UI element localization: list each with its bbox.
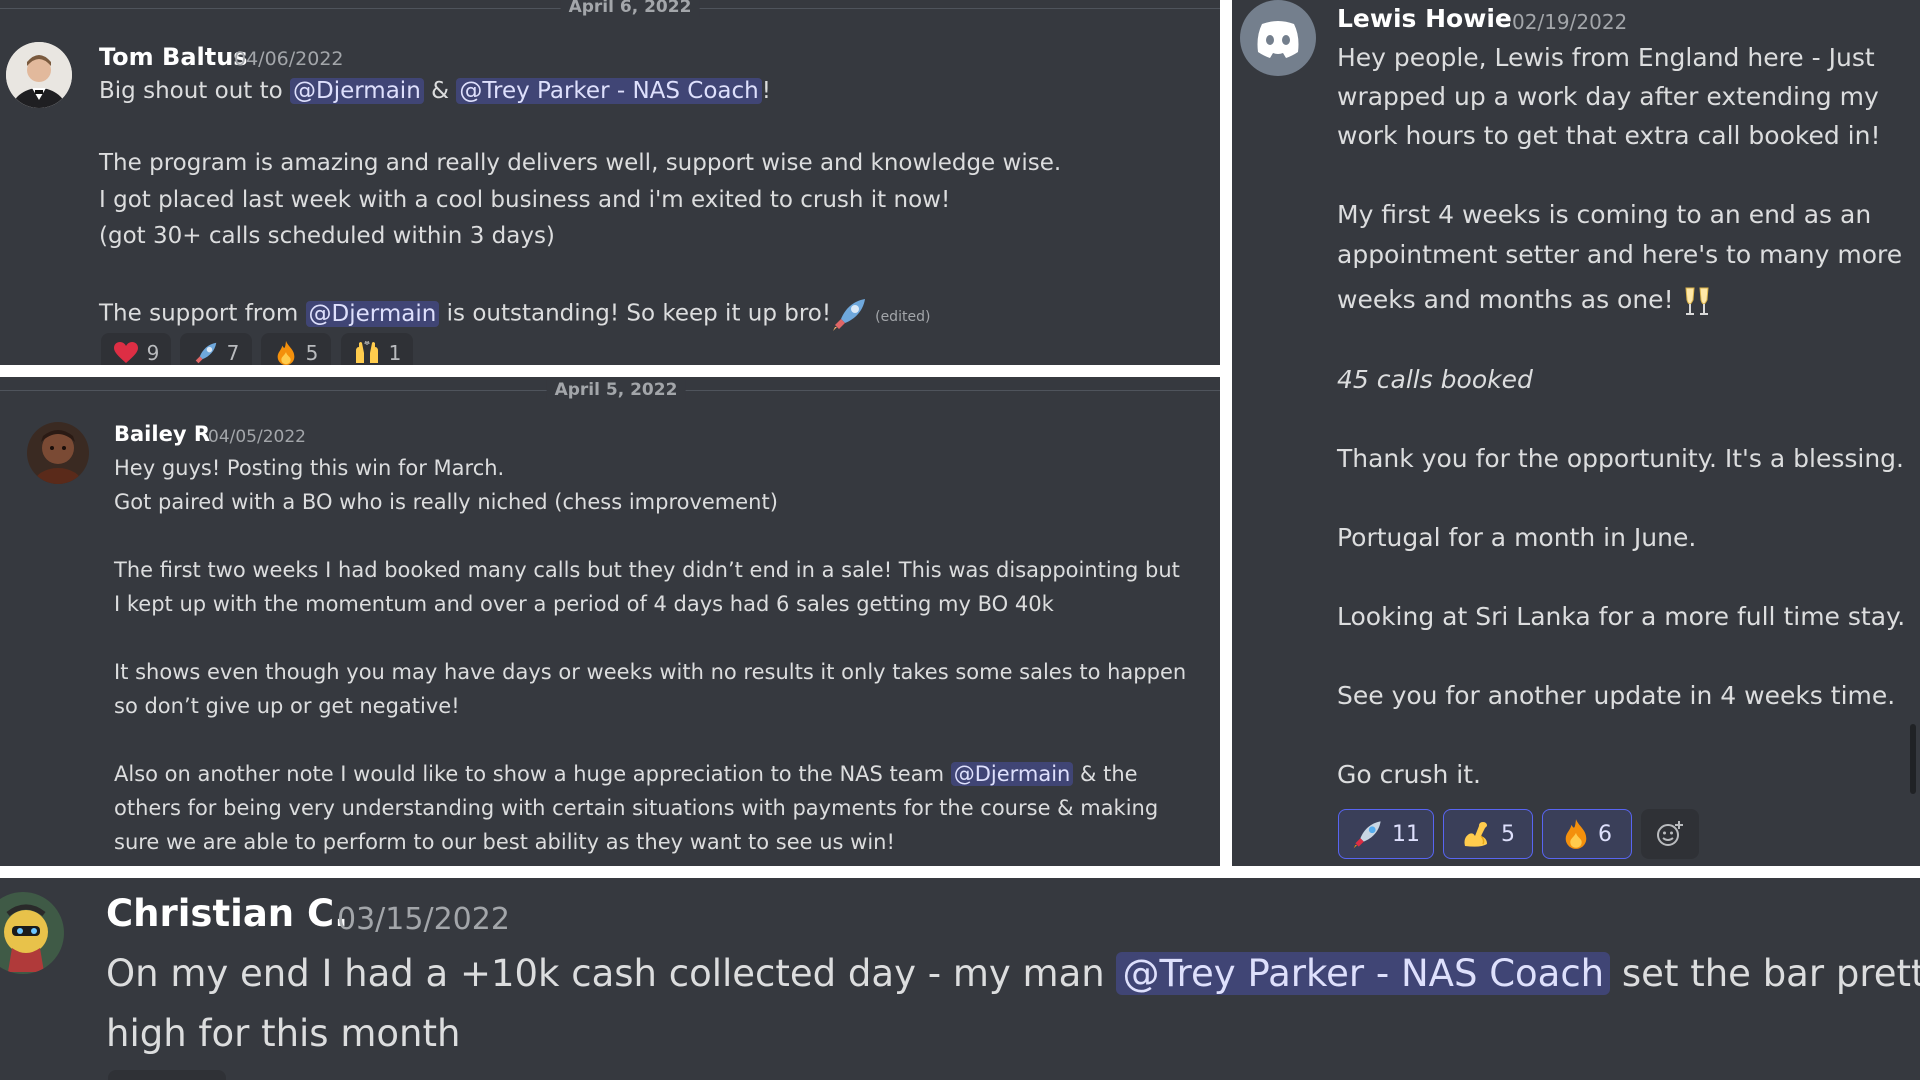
message-line: My first 4 weeks is coming to an end as … xyxy=(1337,200,1872,229)
message-line: (got 30+ calls scheduled within 3 days) xyxy=(99,223,555,249)
flexed-biceps-icon xyxy=(1464,822,1487,847)
clinking-glasses-icon xyxy=(1685,287,1709,315)
username[interactable]: Tom Baltus xyxy=(99,43,248,71)
text: Big shout out to xyxy=(99,78,290,104)
avatar[interactable] xyxy=(27,422,89,484)
reaction-raised-hands[interactable]: 1 xyxy=(341,333,413,365)
user-avatar-icon xyxy=(0,892,64,974)
discord-logo-icon xyxy=(1257,21,1299,58)
message-line-italic: 45 calls booked xyxy=(1337,365,1533,394)
message-line: Go crush it. xyxy=(1337,760,1481,789)
reaction-partial[interactable] xyxy=(108,1070,226,1080)
add-reaction-button[interactable] xyxy=(1641,809,1699,859)
message-line: weeks and months as one! xyxy=(1337,284,1712,318)
date-divider-label: April 6, 2022 xyxy=(560,0,700,17)
reaction-rocket[interactable]: 7 xyxy=(180,333,252,365)
message-line: high for this month xyxy=(106,1012,461,1055)
message-line: so don’t give up or get negative! xyxy=(114,694,460,718)
mention-djermain[interactable]: @Djermain xyxy=(290,78,424,104)
message-line: others for being very understanding with… xyxy=(114,796,1159,820)
message-line: work hours to get that extra call booked… xyxy=(1337,121,1881,150)
message-line: The first two weeks I had booked many ca… xyxy=(114,558,1180,582)
message-line: Also on another note I would like to sho… xyxy=(114,762,1138,786)
text: set the bar pretty xyxy=(1610,952,1920,995)
message-line: sure we are able to perform to our best … xyxy=(114,830,895,854)
reaction-count: 6 xyxy=(1598,821,1612,847)
message-line: I got placed last week with a cool busin… xyxy=(99,187,951,213)
raised-hands-icon xyxy=(355,341,378,363)
user-photo-icon xyxy=(6,42,72,108)
message-panel-christian-c: Christian C. 03/15/2022 On my end I had … xyxy=(0,878,1920,1080)
mention-trey-parker[interactable]: @Trey Parker - NAS Coach xyxy=(1116,952,1611,995)
message-line: The support from @Djermain is outstandin… xyxy=(99,295,930,333)
user-photo-icon xyxy=(27,422,89,484)
date-divider-label: April 5, 2022 xyxy=(546,380,686,400)
message-line: appointment setter and here's to many mo… xyxy=(1337,240,1903,269)
timestamp: 02/19/2022 xyxy=(1512,10,1628,34)
message-line: On my end I had a +10k cash collected da… xyxy=(106,952,1920,995)
reaction-count: 5 xyxy=(1501,821,1515,847)
reaction-rocket[interactable]: 11 xyxy=(1338,809,1434,859)
message-line: Looking at Sri Lanka for a more full tim… xyxy=(1337,602,1906,631)
message-line: Hey people, Lewis from England here - Ju… xyxy=(1337,43,1875,72)
avatar[interactable] xyxy=(0,892,64,974)
edited-label: (edited) xyxy=(875,308,931,325)
timestamp: 04/05/2022 xyxy=(208,427,306,447)
text: is outstanding! So keep it up bro! xyxy=(439,300,832,327)
mention-djermain[interactable]: @Djermain xyxy=(950,762,1074,786)
reaction-count: 1 xyxy=(388,341,402,365)
reaction-fire[interactable]: 5 xyxy=(261,333,331,365)
message-line: Hey guys! Posting this win for March. xyxy=(114,456,505,480)
add-reaction-icon xyxy=(1657,821,1683,846)
message-panel-lewis-howie: Lewis Howie 02/19/2022 Hey people, Lewis… xyxy=(1232,0,1920,866)
reaction-fire[interactable]: 6 xyxy=(1542,809,1632,859)
message-line: I kept up with the momentum and over a p… xyxy=(114,592,1054,616)
mention-trey-parker[interactable]: @Trey Parker - NAS Coach xyxy=(456,78,762,104)
text: The support from xyxy=(99,300,306,327)
message-line: See you for another update in 4 weeks ti… xyxy=(1337,681,1896,710)
reaction-count: 7 xyxy=(226,341,240,365)
message-panel-tom-baltus: April 6, 2022 Tom Baltus 04/06/2022 Big … xyxy=(0,0,1220,365)
timestamp: 03/15/2022 xyxy=(337,902,510,937)
fire-icon xyxy=(1565,819,1587,849)
message-line: Big shout out to @Djermain & @Trey Parke… xyxy=(99,78,771,104)
message-line: Portugal for a month in June. xyxy=(1337,523,1697,552)
message-line: It shows even though you may have days o… xyxy=(114,660,1187,684)
username[interactable]: Bailey R xyxy=(114,422,210,446)
fire-icon xyxy=(277,340,294,365)
username[interactable]: Christian C. xyxy=(106,892,348,935)
mention-djermain[interactable]: @Djermain xyxy=(305,300,440,327)
avatar[interactable] xyxy=(1240,0,1316,76)
message-panel-bailey-r: April 5, 2022 Bailey R 04/05/2022 Hey gu… xyxy=(0,377,1220,866)
reaction-flexed-biceps[interactable]: 5 xyxy=(1443,809,1533,859)
text: & the xyxy=(1073,762,1138,786)
username[interactable]: Lewis Howie xyxy=(1337,4,1512,33)
text: & xyxy=(423,78,457,104)
text: ! xyxy=(761,78,771,104)
scrollbar-thumb[interactable] xyxy=(1910,724,1916,794)
reaction-heart[interactable]: 9 xyxy=(101,333,171,365)
heart-icon xyxy=(113,342,138,363)
text: Also on another note I would like to sho… xyxy=(114,762,951,786)
reaction-count: 9 xyxy=(146,341,160,365)
rocket-icon xyxy=(1353,821,1381,849)
rocket-icon xyxy=(833,299,866,331)
message-line: Got paired with a BO who is really niche… xyxy=(114,490,778,514)
message-line: The program is amazing and really delive… xyxy=(99,150,1062,176)
rocket-icon xyxy=(195,342,216,364)
message-line: Thank you for the opportunity. It's a bl… xyxy=(1337,444,1904,473)
message-line: wrapped up a work day after extending my xyxy=(1337,82,1879,111)
timestamp: 04/06/2022 xyxy=(234,48,344,70)
avatar[interactable] xyxy=(6,42,72,108)
text: On my end I had a +10k cash collected da… xyxy=(106,952,1117,995)
reaction-count: 5 xyxy=(305,341,319,365)
reaction-count: 11 xyxy=(1392,821,1420,847)
text: weeks and months as one! xyxy=(1337,285,1674,314)
